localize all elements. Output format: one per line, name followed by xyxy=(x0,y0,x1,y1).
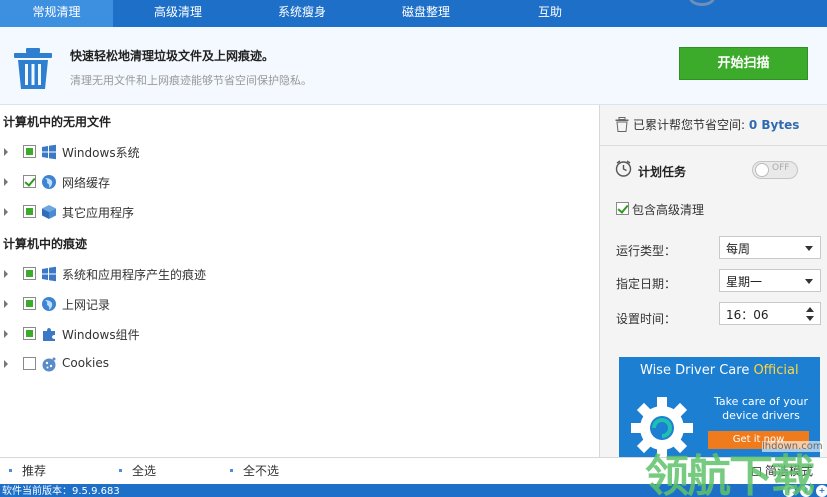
item-label: 系统和应用程序产生的痕迹 xyxy=(62,268,207,282)
run-type-value: 每周 xyxy=(726,242,751,256)
item-label: 网络缓存 xyxy=(62,176,111,190)
item-checkbox[interactable] xyxy=(23,267,36,280)
section-title-traces: 计算机中的痕迹 xyxy=(3,237,88,251)
start-scan-button[interactable]: 开始扫描 xyxy=(679,47,808,80)
item-label: Windows系统 xyxy=(62,146,140,160)
item-label: Windows组件 xyxy=(62,328,140,342)
clock-icon xyxy=(615,160,632,177)
item-checkbox[interactable] xyxy=(23,145,36,158)
schedule-toggle[interactable]: OFF xyxy=(752,161,798,179)
globe-icon xyxy=(42,297,56,311)
section-title-useless-files: 计算机中的无用文件 xyxy=(3,115,112,129)
schedule-panel: 已累计帮您节省空间: 0 Bytes 计划任务 OFF 包含高级清理 运行类型：… xyxy=(599,105,827,457)
include-advanced-checkbox[interactable] xyxy=(616,202,629,215)
windows-icon xyxy=(42,266,56,282)
item-checkbox[interactable] xyxy=(23,175,36,188)
list-item-windows-components[interactable]: Windows组件 xyxy=(0,325,300,345)
ad-title: Wise Driver Care Official xyxy=(640,363,799,378)
cookie-icon xyxy=(42,357,56,372)
bullet-icon xyxy=(9,469,12,472)
spin-down-icon[interactable] xyxy=(806,316,814,321)
item-label: 其它应用程序 xyxy=(62,206,135,220)
tab-mutual-help[interactable]: 互助 xyxy=(496,0,604,27)
select-none-link[interactable]: 全不选 xyxy=(243,462,279,479)
header-decoration xyxy=(689,0,715,6)
select-all-link[interactable]: 全选 xyxy=(132,462,156,479)
time-stepper[interactable]: 16：06 xyxy=(719,302,821,325)
panel-divider xyxy=(600,145,827,146)
ad-title-main: Wise Driver Care xyxy=(640,363,754,378)
trash-icon xyxy=(615,117,629,132)
toggle-state-text: OFF xyxy=(772,163,790,173)
expand-arrow-icon[interactable] xyxy=(4,300,8,308)
banner-title: 快速轻松地清理垃圾文件及上网痕迹。 xyxy=(70,49,275,63)
date-select[interactable]: 星期一 xyxy=(719,269,821,292)
list-item-network-cache[interactable]: 网络缓存 xyxy=(0,173,300,193)
trash-icon xyxy=(14,48,52,89)
expand-arrow-icon[interactable] xyxy=(4,270,8,278)
version-text: 软件当前版本：9.5.9.683 xyxy=(2,486,120,497)
bullet-icon xyxy=(119,469,122,472)
globe-icon xyxy=(42,175,56,189)
space-saved-label: 已累计帮您节省空间: xyxy=(633,118,746,132)
include-advanced-label: 包含高级清理 xyxy=(632,203,705,217)
toggle-knob xyxy=(755,163,769,177)
main-tab-bar: 常规清理 高级清理 系统瘦身 磁盘整理 互助 xyxy=(0,0,827,27)
space-saved-value: 0 Bytes xyxy=(748,118,800,132)
tab-disk-defrag[interactable]: 磁盘整理 xyxy=(372,0,480,27)
item-checkbox[interactable] xyxy=(23,357,36,370)
tab-advanced-clean[interactable]: 高级清理 xyxy=(124,0,232,27)
expand-arrow-icon[interactable] xyxy=(4,330,8,338)
clean-banner: 快速轻松地清理垃圾文件及上网痕迹。 清理无用文件和上网痕迹能够节省空间保护隐私。… xyxy=(0,27,827,105)
date-value: 星期一 xyxy=(726,275,763,289)
bullet-icon xyxy=(230,469,233,472)
list-item-windows-system[interactable]: Windows系统 xyxy=(0,143,300,163)
run-type-label: 运行类型： xyxy=(616,244,677,258)
expand-arrow-icon[interactable] xyxy=(4,208,8,216)
chevron-down-icon xyxy=(805,246,813,251)
list-item-system-traces[interactable]: 系统和应用程序产生的痕迹 xyxy=(0,265,300,285)
cube-icon xyxy=(42,205,56,219)
clean-items-list: 计算机中的无用文件 Windows系统 网络缓存 其它应用程序 计算机中的痕迹 xyxy=(0,105,600,457)
tab-system-slim[interactable]: 系统瘦身 xyxy=(248,0,356,27)
date-label: 指定日期： xyxy=(616,277,677,291)
schedule-title: 计划任务 xyxy=(638,165,687,179)
tab-regular-clean[interactable]: 常规清理 xyxy=(0,0,113,27)
ad-text: Take care of your device drivers xyxy=(713,395,809,422)
run-type-select[interactable]: 每周 xyxy=(719,236,821,259)
time-value[interactable]: 16：06 xyxy=(726,306,769,323)
watermark-url: lhdown.com xyxy=(762,441,823,452)
expand-arrow-icon[interactable] xyxy=(4,148,8,156)
item-checkbox[interactable] xyxy=(23,327,36,340)
chevron-down-icon xyxy=(805,279,813,284)
share-icon[interactable]: + xyxy=(816,485,827,497)
ad-title-highlight: Official xyxy=(753,363,799,378)
time-label: 设置时间： xyxy=(616,312,677,326)
puzzle-icon xyxy=(43,328,55,341)
item-checkbox[interactable] xyxy=(23,297,36,310)
item-label: 上网记录 xyxy=(62,298,111,312)
item-checkbox[interactable] xyxy=(23,205,36,218)
expand-arrow-icon[interactable] xyxy=(4,178,8,186)
list-item-cookies[interactable]: Cookies xyxy=(0,355,300,375)
windows-icon xyxy=(42,144,56,160)
spin-up-icon[interactable] xyxy=(806,307,814,312)
item-label: Cookies xyxy=(62,356,109,370)
space-saved-line: 已累计帮您节省空间: 0 Bytes xyxy=(615,116,799,133)
recommend-link[interactable]: 推荐 xyxy=(22,462,46,479)
banner-subtitle: 清理无用文件和上网痕迹能够节省空间保护隐私。 xyxy=(70,74,312,87)
expand-arrow-icon[interactable] xyxy=(4,360,8,368)
list-item-other-apps[interactable]: 其它应用程序 xyxy=(0,203,300,223)
list-item-browsing-history[interactable]: 上网记录 xyxy=(0,295,300,315)
